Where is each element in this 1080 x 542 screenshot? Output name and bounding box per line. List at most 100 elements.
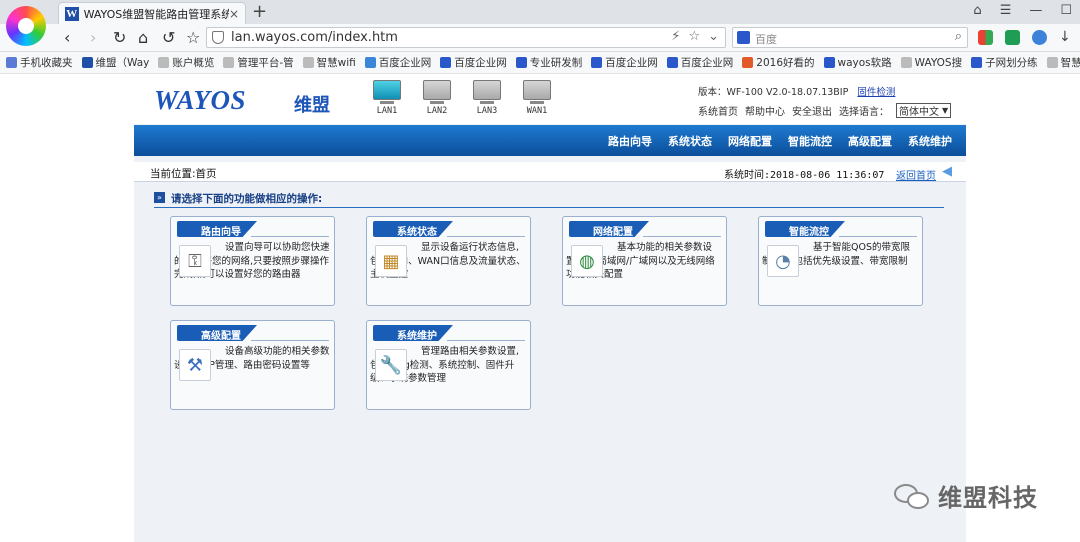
browser-logo-icon[interactable] xyxy=(6,6,46,46)
bookmark-item[interactable]: 专业研发制 xyxy=(515,55,583,70)
search-bar[interactable]: 百度 ⌕ xyxy=(732,27,968,48)
favorite-star-icon[interactable]: ☆ xyxy=(186,28,200,47)
function-card[interactable]: 路由向导 设置向导可以协助您快速的配置好您的网络,只要按照步骤操作完成,就可以设置… xyxy=(170,216,335,306)
bookmark-item[interactable]: 手机收藏夹 xyxy=(6,55,73,70)
shield-icon[interactable] xyxy=(1005,30,1020,45)
bookmark-label: 专业研发制 xyxy=(529,57,583,69)
tools-icon[interactable]: ⚒ xyxy=(179,349,211,381)
bookmark-item[interactable]: 2016好看的 xyxy=(742,55,815,70)
new-tab-button[interactable]: + xyxy=(252,1,267,22)
card-title[interactable]: 路由向导 xyxy=(201,223,241,237)
undo-icon[interactable]: ↺ xyxy=(162,28,175,47)
globe-icon[interactable]: ◍ xyxy=(571,245,603,277)
bookmark-item[interactable]: 百度企业网 xyxy=(440,55,507,70)
home-icon[interactable]: ⌂ xyxy=(138,28,148,47)
menu-icon[interactable]: ☰ xyxy=(1000,3,1012,18)
apps-icon[interactable] xyxy=(978,30,993,45)
section-title: 请选择下面的功能做相应的操作: xyxy=(171,193,323,205)
maximize-icon[interactable]: ☐ xyxy=(1060,3,1072,18)
bookmark-icon xyxy=(971,57,983,68)
tab-close-icon[interactable]: × xyxy=(229,7,239,21)
browser-tab[interactable]: W WAYOS维盟智能路由管理系统 × xyxy=(58,2,246,24)
lightning-icon[interactable]: ⚡ xyxy=(671,29,680,44)
bookmark-icon xyxy=(591,57,603,68)
bookmark-star-icon[interactable]: ☆ xyxy=(688,29,700,44)
bookmark-icon xyxy=(158,57,170,68)
port-label: LAN3 xyxy=(476,106,498,116)
bookmark-label: 百度企业网 xyxy=(680,57,734,69)
card-title[interactable]: 智能流控 xyxy=(789,223,829,237)
extension-icon[interactable] xyxy=(1032,30,1047,45)
bookmark-icon xyxy=(900,57,912,68)
bookmark-item[interactable]: 子网划分练 xyxy=(971,55,1038,70)
bookmark-item[interactable]: 维盟（Way xyxy=(81,55,149,70)
nav-item[interactable]: 系统状态 xyxy=(668,133,712,149)
card-title[interactable]: 高级配置 xyxy=(201,327,241,341)
bookmark-icon xyxy=(742,57,754,68)
forward-icon[interactable]: › xyxy=(90,28,96,47)
language-label: 选择语言： xyxy=(839,107,889,118)
bookmark-item[interactable]: 百度企业网 xyxy=(666,55,734,70)
card-title[interactable]: 系统状态 xyxy=(397,223,437,237)
nav-item[interactable]: 智能流控 xyxy=(788,133,832,149)
port-status: LAN1 LAN2 LAN3 WAN1 xyxy=(372,80,552,116)
system-home-link[interactable]: 系统首页 xyxy=(698,103,738,118)
version-info: 版本：WF-100 V2.0-18.07.13BIP 固件检测 xyxy=(698,84,895,98)
bookmark-item[interactable]: wayos软路 xyxy=(823,55,892,70)
function-card[interactable]: 智能流控 基于智能QOS的带宽限制功能,包括优先级设置、带宽限制 ◔ xyxy=(758,216,923,306)
chart-icon[interactable]: ▦ xyxy=(375,245,407,277)
nav-item[interactable]: 高级配置 xyxy=(848,133,892,149)
security-shield-icon xyxy=(212,31,224,44)
language-select[interactable]: 简体中文 ▼ xyxy=(896,103,952,118)
minimize-icon[interactable]: — xyxy=(1029,3,1042,18)
bookmark-label: 智慧wifi xyxy=(1060,57,1080,69)
bookmark-item[interactable]: WAYOS搜 xyxy=(900,55,962,70)
nav-item[interactable]: 系统维护 xyxy=(908,133,952,149)
card-tab: 系统维护 xyxy=(373,325,453,341)
skin-icon[interactable]: ⌂ xyxy=(973,3,981,18)
address-bar[interactable]: lan.wayos.com/index.htm ⚡ ☆ ⌄ xyxy=(206,27,726,48)
url-text[interactable]: lan.wayos.com/index.htm xyxy=(231,30,398,45)
port-lan3: LAN3 xyxy=(472,80,502,116)
browser-nav-bar: ‹ › ↻ ⌂ ↺ ☆ lan.wayos.com/index.htm ⚡ ☆ … xyxy=(0,24,1080,52)
card-title[interactable]: 网络配置 xyxy=(593,223,633,237)
chevron-down-icon[interactable]: ⌄ xyxy=(708,29,719,44)
function-card[interactable]: 高级配置 设备高级功能的相关参数设置,ARP管理、路由密码设置等 ⚒ xyxy=(170,320,335,410)
download-icon[interactable]: ↓ xyxy=(1059,30,1074,45)
bookmark-icon xyxy=(1046,57,1058,68)
bookmark-item[interactable]: 百度企业网 xyxy=(364,55,431,70)
monitor-icon xyxy=(473,80,501,100)
bookmark-item[interactable]: 百度企业网 xyxy=(591,55,658,70)
bookmark-item[interactable]: 管理平台-管 xyxy=(223,55,294,70)
bookmark-item[interactable]: 智慧wifi xyxy=(1046,55,1080,70)
function-card[interactable]: 网络配置基本功能的相关参数设置,包括局域网/广域网以及无线网络功能相关配置◍ xyxy=(562,216,727,306)
bookmark-item[interactable]: 账户概览 xyxy=(158,55,214,70)
logout-link[interactable]: 安全退出 xyxy=(792,103,832,118)
return-home-link[interactable]: 返回首页 xyxy=(896,167,936,182)
bookmark-item[interactable]: 智慧wifi xyxy=(302,55,356,70)
reload-icon[interactable]: ↻ xyxy=(113,28,126,47)
bookmark-icon xyxy=(364,57,376,68)
help-center-link[interactable]: 帮助中心 xyxy=(745,103,785,118)
nav-item[interactable]: 网络配置 xyxy=(728,133,772,149)
monitor-icon xyxy=(523,80,551,100)
function-card[interactable]: 系统状态显示设备运行状态信息,包括LAN、WAN口信息及流量状态、主机监控▦ xyxy=(366,216,531,306)
firmware-check-link[interactable]: 固件检测 xyxy=(857,87,895,98)
search-input[interactable]: 百度 xyxy=(755,31,777,47)
window-controls: ⌂ ☰ — ☐ xyxy=(973,3,1072,18)
card-title[interactable]: 系统维护 xyxy=(397,327,437,341)
bookmark-icon xyxy=(823,57,835,68)
wrench-icon[interactable]: 🔧 xyxy=(375,349,407,381)
speedometer-icon[interactable]: ◔ xyxy=(767,245,799,277)
card-tab: 系统状态 xyxy=(373,221,453,237)
key-icon[interactable]: ⚿ xyxy=(179,245,211,277)
tab-bar: W WAYOS维盟智能路由管理系统 × + ⌂ ☰ — ☐ xyxy=(0,0,1080,24)
arrow-left-icon[interactable]: ◀ xyxy=(942,164,952,179)
page-header: WAYOS 维盟 LAN1 LAN2 LAN3 WAN1 版本：WF-100 V2.0… xyxy=(134,76,966,124)
nav-item[interactable]: 路由向导 xyxy=(608,133,652,149)
function-card[interactable]: 系统维护 管理路由相关参数设置,包括ping检测、系统控制、固件升级、系统参数管理… xyxy=(366,320,531,410)
toolbar-icons: ↓ xyxy=(978,30,1074,45)
bookmark-label: 子网划分练 xyxy=(985,57,1038,69)
search-icon[interactable]: ⌕ xyxy=(955,29,962,44)
back-icon[interactable]: ‹ xyxy=(64,28,70,47)
